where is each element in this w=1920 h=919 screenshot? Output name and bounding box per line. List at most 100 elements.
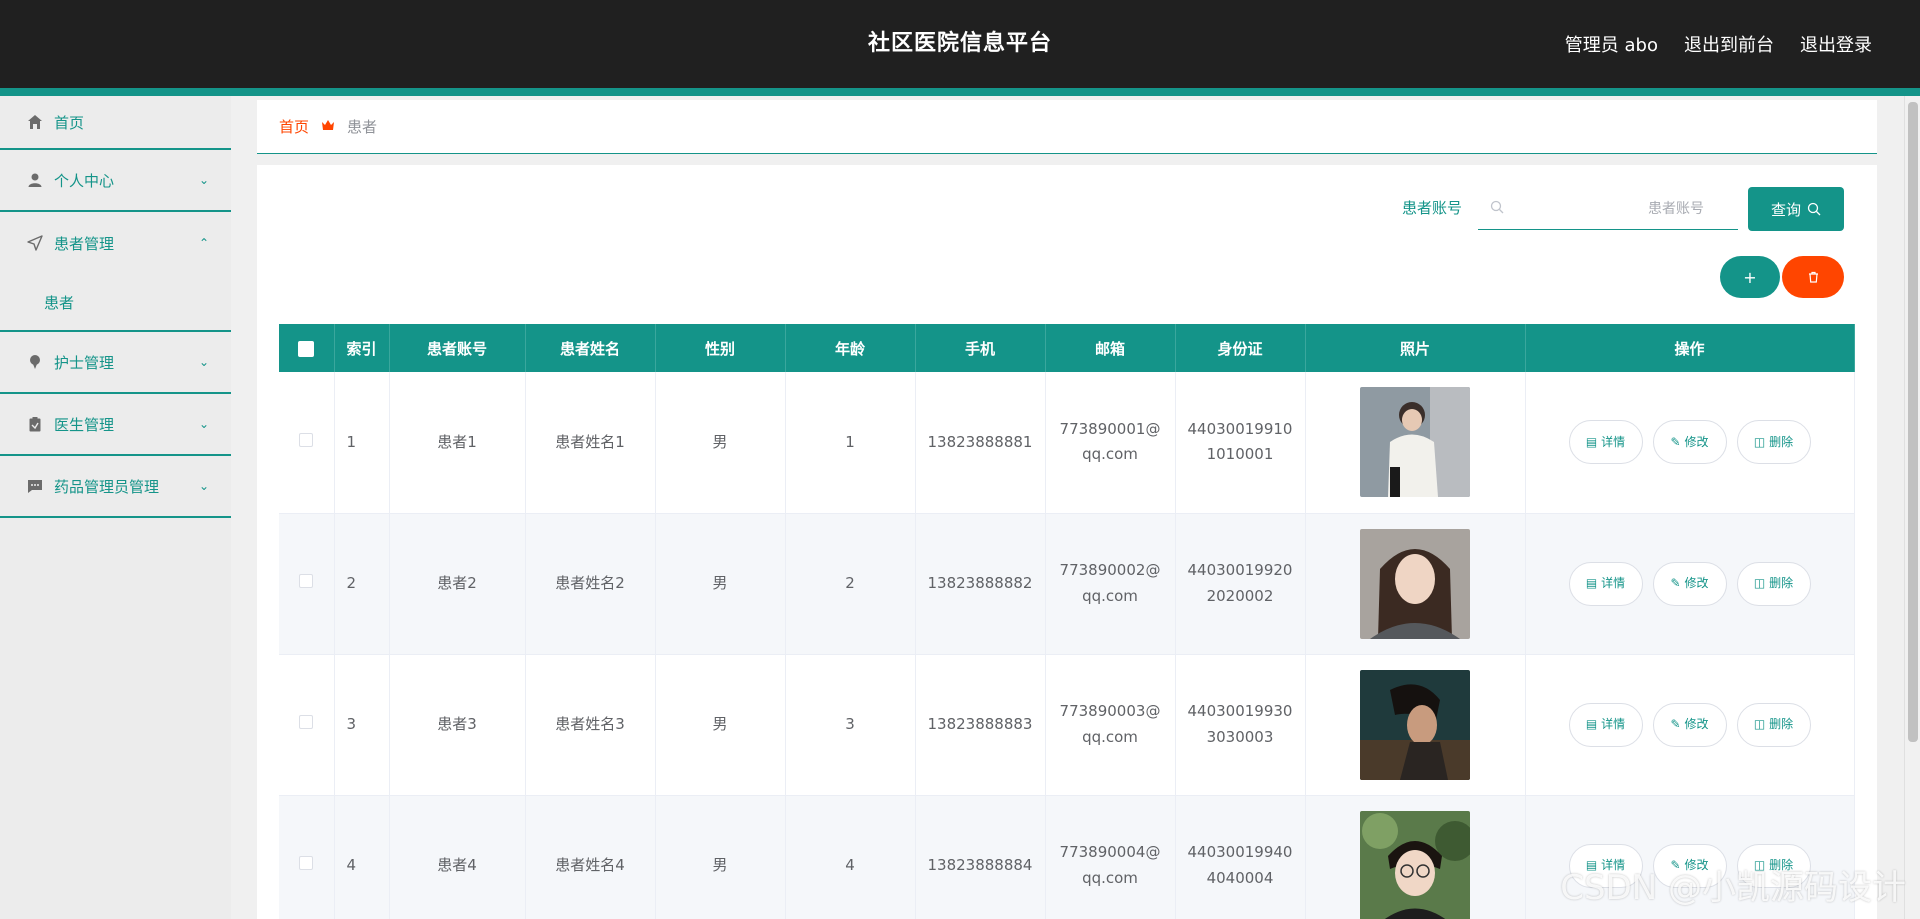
cell-email: 773890001@ qq.com [1045, 372, 1176, 514]
email-line: 773890003@ [1059, 702, 1161, 720]
col-header-email: 邮箱 [1045, 324, 1176, 372]
query-button[interactable]: 查询 [1748, 187, 1844, 231]
patient-photo [1360, 669, 1470, 780]
cell-actions: ▤ 详情 ✎ 修改 ◫ 删除 [1525, 513, 1855, 655]
sidebar-subitem-patient[interactable]: 患者 [0, 274, 231, 332]
sidebar-item-label: 医生管理 [54, 415, 115, 434]
delete-button[interactable]: ◫ 删除 [1736, 561, 1811, 606]
top-bar-accent [0, 88, 1920, 96]
select-all-checkbox[interactable] [279, 324, 335, 372]
user-icon [26, 171, 44, 189]
search-icon [1490, 200, 1504, 218]
watermark: CSDN @小凯源码设计 [1560, 868, 1906, 908]
sidebar-item-label: 药品管理员管理 [54, 477, 160, 496]
pencil-icon: ✎ [1670, 576, 1681, 591]
row-checkbox[interactable] [299, 573, 314, 588]
cell-account: 患者2 [389, 513, 526, 655]
row-checkbox[interactable] [299, 432, 314, 447]
id-line: 4040004 [1206, 868, 1274, 887]
top-links: 管理员 abo 退出到前台 退出登录 [1565, 0, 1872, 88]
search-box [1478, 188, 1738, 230]
delete-button[interactable]: ◫ 删除 [1736, 702, 1811, 747]
cell-photo [1305, 654, 1526, 796]
sidebar-item-doctor-mgmt[interactable]: 医生管理 ⌄ [0, 394, 231, 456]
trash-icon: ◫ [1753, 435, 1766, 450]
delete-label: 删除 [1769, 435, 1794, 450]
cell-gender: 男 [655, 372, 786, 514]
email-line: 773890002@ [1059, 561, 1161, 579]
edit-button[interactable]: ✎ 修改 [1652, 702, 1727, 747]
chat-icon [26, 477, 44, 495]
col-header-name: 患者姓名 [525, 324, 656, 372]
delete-label: 删除 [1769, 576, 1794, 591]
cell-phone: 13823888883 [915, 654, 1046, 796]
cell-actions: ▤ 详情 ✎ 修改 ◫ 删除 [1525, 372, 1855, 514]
delete-button[interactable]: ◫ 删除 [1736, 420, 1811, 465]
email-line: qq.com [1082, 586, 1138, 605]
email-line: qq.com [1082, 727, 1138, 746]
sidebar-item-personal[interactable]: 个人中心 ⌄ [0, 150, 231, 212]
pencil-icon: ✎ [1670, 435, 1681, 450]
cell-id-card: 44030019930 3030003 [1175, 654, 1306, 796]
row-checkbox[interactable] [299, 714, 314, 729]
edit-button[interactable]: ✎ 修改 [1652, 561, 1727, 606]
detail-button[interactable]: ▤ 详情 [1568, 420, 1643, 465]
col-header-photo: 照片 [1305, 324, 1526, 372]
cell-name: 患者姓名4 [525, 795, 656, 919]
sidebar-item-label: 首页 [54, 113, 85, 132]
trash-icon: ◫ [1753, 717, 1766, 732]
cell-index: 2 [334, 513, 390, 655]
admin-label: 管理员 abo [1564, 35, 1658, 56]
scrollbar-thumb[interactable] [1908, 102, 1918, 742]
cell-gender: 男 [655, 795, 786, 919]
table-row: 2 患者2 患者姓名2 男 2 13823888882 773890002@ qq… [279, 513, 1855, 655]
add-button[interactable]: + [1720, 256, 1780, 298]
batch-delete-button[interactable] [1782, 256, 1844, 298]
pencil-icon: ✎ [1670, 717, 1681, 732]
col-header-id-card: 身份证 [1175, 324, 1306, 372]
cell-name: 患者姓名2 [525, 513, 656, 655]
pin-icon [26, 353, 44, 371]
cell-phone: 13823888882 [915, 513, 1046, 655]
detail-button[interactable]: ▤ 详情 [1568, 561, 1643, 606]
detail-button[interactable]: ▤ 详情 [1568, 702, 1643, 747]
breadcrumb-home[interactable]: 首页 [279, 116, 309, 137]
sidebar-item-patient-mgmt[interactable]: 患者管理 ⌃ [0, 212, 231, 274]
search-input[interactable] [1504, 188, 1724, 229]
main-panel: 患者账号 查询 + 索引 患者账号 患者姓名 性别 年龄 [257, 165, 1877, 919]
sidebar-item-label: 患者管理 [54, 234, 115, 253]
page-scrollbar[interactable] [1904, 96, 1920, 919]
edit-label: 修改 [1684, 435, 1709, 450]
edit-button[interactable]: ✎ 修改 [1652, 420, 1727, 465]
document-icon: ▤ [1585, 717, 1598, 732]
cell-id-card: 44030019920 2020002 [1175, 513, 1306, 655]
detail-label: 详情 [1601, 717, 1626, 732]
id-line: 1010001 [1206, 445, 1274, 464]
sidebar-item-label: 个人中心 [54, 171, 115, 190]
id-line: 44030019920 [1187, 561, 1293, 579]
search-icon [1807, 202, 1821, 216]
sidebar-item-home[interactable]: 首页 [0, 96, 231, 150]
detail-label: 详情 [1601, 435, 1626, 450]
cell-age: 3 [785, 654, 916, 796]
back-to-front-link[interactable]: 退出到前台 [1684, 31, 1774, 57]
cell-index: 1 [334, 372, 390, 514]
cell-gender: 男 [655, 513, 786, 655]
logout-link[interactable]: 退出登录 [1800, 31, 1872, 57]
delete-label: 删除 [1769, 717, 1794, 732]
id-line: 44030019930 [1187, 702, 1293, 720]
sidebar-item-nurse-mgmt[interactable]: 护士管理 ⌄ [0, 332, 231, 394]
cell-actions: ▤ 详情 ✎ 修改 ◫ 删除 [1525, 654, 1855, 796]
cell-phone: 13823888881 [915, 372, 1046, 514]
chevron-down-icon: ⌄ [198, 479, 209, 493]
trash-icon [1808, 271, 1818, 283]
cell-id-card: 44030019940 4040004 [1175, 795, 1306, 919]
cell-account: 患者1 [389, 372, 526, 514]
table-header-row: 索引 患者账号 患者姓名 性别 年龄 手机 邮箱 身份证 照片 操作 [279, 324, 1855, 372]
row-checkbox[interactable] [299, 855, 314, 870]
patient-photo [1360, 387, 1470, 498]
cell-age: 1 [785, 372, 916, 514]
sidebar-item-pharmacist-mgmt[interactable]: 药品管理员管理 ⌄ [0, 456, 231, 518]
cell-email: 773890002@ qq.com [1045, 513, 1176, 655]
cell-index: 3 [334, 654, 390, 796]
